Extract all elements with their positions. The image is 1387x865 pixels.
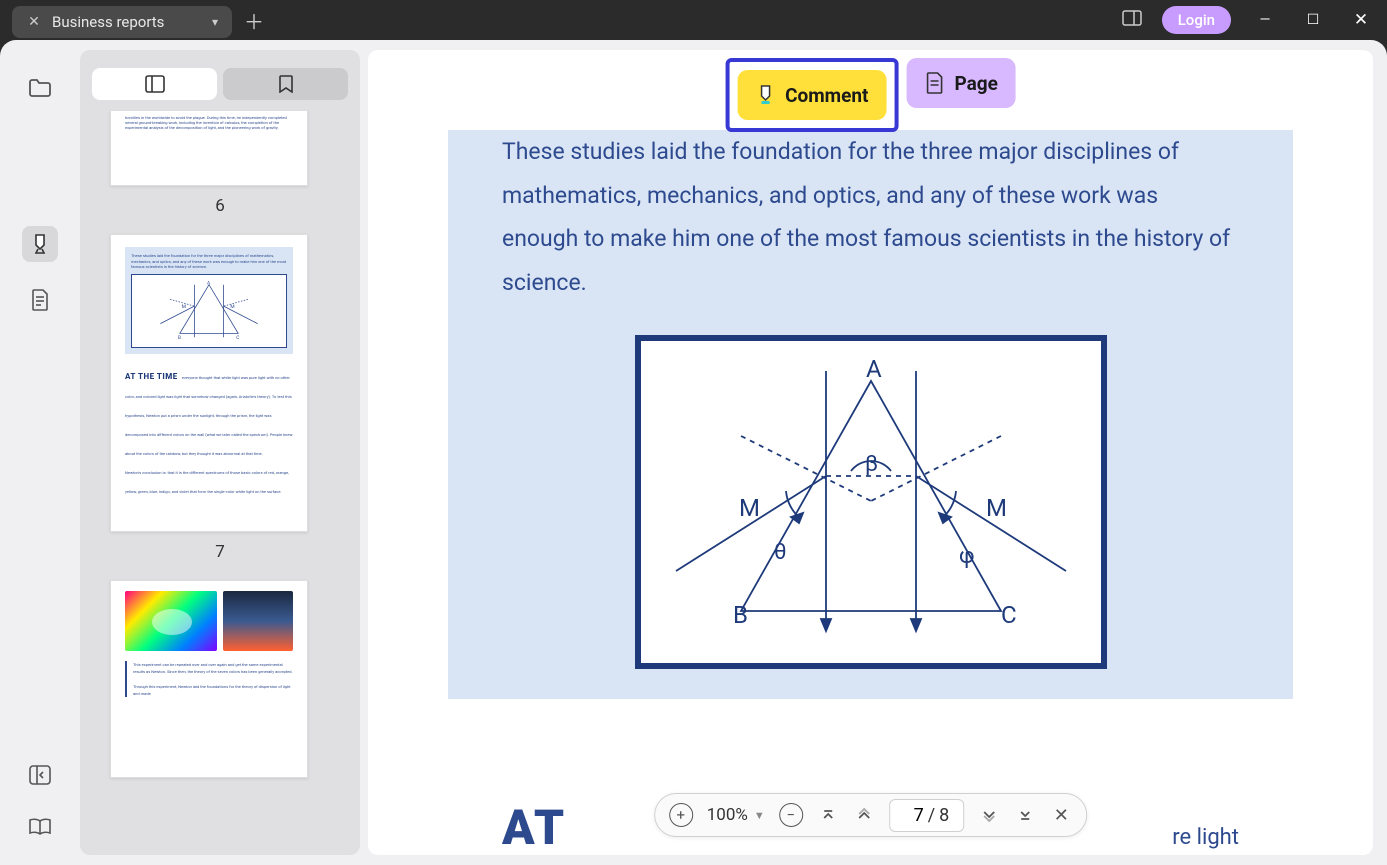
document-viewport[interactable]: These studies laid the foundation for th…	[368, 50, 1373, 855]
login-button[interactable]: Login	[1162, 6, 1231, 34]
svg-text:C: C	[1001, 601, 1017, 629]
svg-text:A: A	[207, 281, 211, 287]
page-input[interactable]: /8	[889, 799, 965, 832]
svg-text:B: B	[733, 601, 748, 629]
prism-diagram-mini: A B C M M	[131, 274, 287, 348]
close-tab-icon[interactable]: ✕	[26, 14, 42, 30]
zoom-dropdown-icon[interactable]: ▼	[754, 809, 765, 822]
svg-text:θ: θ	[774, 540, 787, 565]
first-page-button[interactable]	[817, 804, 839, 826]
collapse-panel-icon[interactable]	[22, 757, 58, 793]
layout-toggle-icon[interactable]	[1122, 10, 1142, 30]
thumb-num-6: 6	[110, 196, 330, 216]
thumbnail-list[interactable]: homilies in the worldwide to avoid the p…	[80, 110, 360, 855]
zoom-out-button[interactable]: −	[779, 803, 803, 827]
titlebar: ✕ Business reports ▾ ＋ Login — ☐ ✕	[0, 0, 1387, 40]
thumbnails-tab-icon[interactable]	[92, 68, 217, 100]
tab-title: Business reports	[52, 13, 202, 31]
svg-text:β: β	[865, 452, 878, 477]
prism-diagram: A B C M M β θ φ	[635, 335, 1107, 669]
at-the-time-heading: AT	[502, 799, 566, 855]
bottom-nav: + 100% ▼ − /8 ✕	[654, 793, 1088, 837]
current-page-field[interactable]	[904, 805, 924, 826]
comment-mode-button[interactable]: Comment	[737, 70, 886, 120]
thumbnail-panel: homilies in the worldwide to avoid the p…	[80, 50, 360, 855]
svg-text:A: A	[866, 355, 882, 383]
tab-dropdown-icon[interactable]: ▾	[212, 15, 218, 29]
minimize-button[interactable]: —	[1251, 12, 1279, 28]
comment-mode-highlight: Comment	[725, 58, 898, 132]
prism-photo	[223, 591, 293, 651]
main-area: homilies in the worldwide to avoid the p…	[0, 40, 1387, 865]
thumbnail-page-8[interactable]: This experiment can be repeated over and…	[110, 580, 330, 778]
mode-bar: Comment Page	[725, 58, 1016, 132]
zoom-in-button[interactable]: +	[669, 803, 693, 827]
bookmarks-tab-icon[interactable]	[223, 68, 348, 100]
left-rail	[18, 40, 62, 865]
page-mode-button[interactable]: Page	[906, 58, 1015, 108]
page-blue-section: These studies laid the foundation for th…	[448, 130, 1293, 699]
highlighter-tool-icon[interactable]	[22, 226, 58, 262]
add-tab-button[interactable]: ＋	[244, 6, 264, 35]
svg-text:φ: φ	[959, 544, 975, 569]
folder-icon[interactable]	[22, 70, 58, 106]
book-view-icon[interactable]	[22, 809, 58, 845]
svg-text:M: M	[739, 494, 760, 522]
svg-text:M: M	[230, 304, 234, 310]
next-page-button[interactable]	[978, 804, 1000, 826]
zoom-level[interactable]: 100% ▼	[707, 805, 765, 825]
intro-paragraph: These studies laid the foundation for th…	[502, 130, 1239, 305]
svg-text:M: M	[182, 304, 186, 310]
maximize-button[interactable]: ☐	[1299, 12, 1327, 28]
document-tab[interactable]: ✕ Business reports ▾	[12, 6, 232, 38]
svg-text:C: C	[236, 335, 239, 341]
last-page-button[interactable]	[1014, 804, 1036, 826]
thumb-num-7: 7	[110, 542, 330, 562]
page-tool-icon[interactable]	[22, 282, 58, 318]
thumbnail-page-7[interactable]: These studies laid the foundation for th…	[110, 234, 330, 562]
close-window-button[interactable]: ✕	[1347, 10, 1375, 30]
svg-text:B: B	[178, 335, 181, 341]
spectrum-image	[125, 591, 217, 651]
highlighter-icon	[755, 84, 775, 106]
page-icon	[924, 72, 944, 94]
thumbnail-page-6[interactable]: homilies in the worldwide to avoid the p…	[110, 110, 330, 216]
content-area: Comment Page These studies laid the foun…	[368, 50, 1373, 855]
svg-text:M: M	[986, 494, 1007, 522]
prev-page-button[interactable]	[853, 804, 875, 826]
close-nav-button[interactable]: ✕	[1050, 804, 1072, 826]
